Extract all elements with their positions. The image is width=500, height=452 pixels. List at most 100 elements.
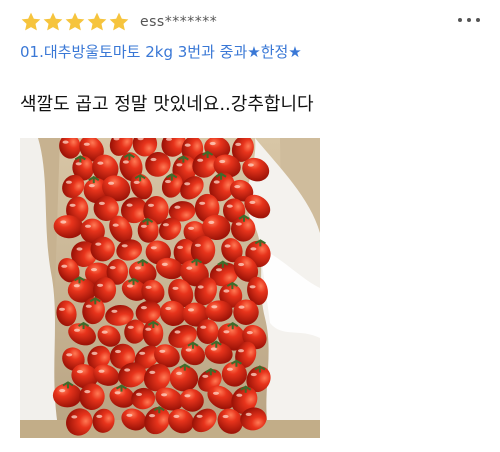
tomato-highlight xyxy=(199,201,206,205)
tomato-highlight xyxy=(238,349,244,353)
tomato-highlight xyxy=(172,286,179,290)
tomato-highlight xyxy=(185,348,192,352)
star-rating xyxy=(20,11,130,33)
tomato-highlight xyxy=(184,394,191,398)
tomato-highlight xyxy=(124,368,131,372)
tomato-highlight xyxy=(85,224,91,228)
tomato-highlight xyxy=(165,179,171,184)
tomato-highlight xyxy=(235,222,242,226)
tomato-highlight xyxy=(88,184,95,188)
tomato-highlight xyxy=(59,307,65,311)
tomato-highlight xyxy=(73,284,80,288)
tomato-highlight xyxy=(197,285,204,289)
tomato-highlight xyxy=(173,414,180,418)
tomato-highlight xyxy=(85,304,92,308)
tomato-highlight xyxy=(96,414,103,418)
tomato-highlight xyxy=(75,162,82,166)
tomato-highlight xyxy=(62,140,69,144)
tomato-highlight xyxy=(122,160,129,164)
tomato-highlight xyxy=(126,413,133,417)
star-icon xyxy=(42,11,64,33)
tomato-highlight xyxy=(134,266,141,270)
tomato-highlight xyxy=(197,158,204,162)
tomato-highlight xyxy=(66,353,73,357)
tomato-highlight xyxy=(226,367,233,371)
tomato-highlight xyxy=(186,266,193,270)
tomato-highlight xyxy=(114,391,121,395)
tomato-highlight xyxy=(202,374,209,378)
tomato-highlight xyxy=(184,182,191,186)
tomato-highlight xyxy=(145,285,152,289)
tomato-highlight xyxy=(97,161,104,165)
tomato-highlight xyxy=(250,247,257,251)
tomato-highlight xyxy=(71,415,78,419)
review-header: ess******* xyxy=(20,10,217,34)
tomato-highlight xyxy=(249,200,256,204)
tomato-highlight xyxy=(83,142,90,146)
tomato-highlight xyxy=(145,327,152,331)
tomato-highlight xyxy=(249,285,256,289)
tomato-highlight xyxy=(150,246,157,250)
tomato-highlight xyxy=(209,141,216,146)
tomato-highlight xyxy=(91,268,97,272)
tomato-highlight xyxy=(115,349,121,354)
tomato-highlight xyxy=(213,391,219,395)
star-icon xyxy=(86,11,108,33)
tomato-highlight xyxy=(235,142,242,146)
tomato-highlight xyxy=(97,283,104,287)
tomato-highlight xyxy=(188,226,195,230)
tomato-highlight xyxy=(76,247,83,251)
review-author: ess******* xyxy=(140,14,218,30)
tomato-highlight xyxy=(61,264,68,268)
tomato-highlight xyxy=(226,204,233,208)
tomato-highlight xyxy=(174,330,181,334)
tomato-highlight xyxy=(74,328,80,332)
tomato-highlight xyxy=(161,262,168,266)
more-dot-icon xyxy=(467,18,471,22)
tomato-highlight xyxy=(139,351,146,355)
tomato-highlight xyxy=(194,243,201,247)
tomato-highlight xyxy=(188,308,194,312)
tomato-highlight xyxy=(76,370,83,374)
tomato-shape xyxy=(205,300,233,322)
tomato-highlight xyxy=(108,181,115,185)
tomato-highlight xyxy=(216,268,222,272)
cherry-tomatoes-in-box-photo xyxy=(20,138,320,438)
tomato-highlight xyxy=(250,372,257,377)
tomato-highlight xyxy=(95,242,102,246)
star-icon xyxy=(20,11,42,33)
tomato-highlight xyxy=(165,306,172,311)
tomato-highlight xyxy=(149,414,156,418)
tomato-highlight xyxy=(140,224,147,228)
tomato-highlight xyxy=(234,185,241,189)
review-body-text: 색깔도 곱고 정말 맛있네요..강추합니다 xyxy=(20,94,314,115)
tomato-highlight xyxy=(69,203,76,207)
tomato-shape xyxy=(196,319,219,345)
tomato-highlight xyxy=(126,203,133,207)
review-photo[interactable] xyxy=(20,138,320,438)
tomato-highlight xyxy=(136,392,142,396)
tomato-highlight xyxy=(200,325,207,329)
tomato-highlight xyxy=(121,244,128,248)
product-option-link[interactable]: 01.대추방울토마토 2kg 3번과 중과★한정★ xyxy=(20,41,302,62)
tomato-highlight xyxy=(196,414,203,418)
star-icon xyxy=(108,11,130,33)
tomato-highlight xyxy=(210,347,217,351)
tomato-highlight xyxy=(223,330,230,334)
tomato-highlight xyxy=(224,244,231,248)
tomato-highlight xyxy=(101,330,108,334)
tomato-highlight xyxy=(109,266,116,270)
tomato-highlight xyxy=(177,245,184,249)
tomato-highlight xyxy=(127,284,133,288)
tomato-highlight xyxy=(223,289,230,293)
tomato-highlight xyxy=(98,369,105,373)
tomato-highlight xyxy=(159,349,166,353)
more-options-button[interactable] xyxy=(458,12,480,28)
tomato-highlight xyxy=(148,203,154,207)
tomato-highlight xyxy=(245,412,252,416)
more-dot-icon xyxy=(476,18,480,22)
review-card: ess******* 01.대추방울토마토 2kg 3번과 중과★한정★ 색깔도… xyxy=(0,0,500,452)
tomato-highlight xyxy=(149,370,156,374)
tomato-highlight xyxy=(238,262,245,267)
tomato-highlight xyxy=(91,351,98,355)
